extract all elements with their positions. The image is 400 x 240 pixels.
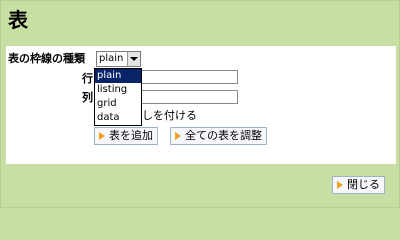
border-type-label: 表の枠線の種類 — [8, 52, 85, 65]
dropdown-option[interactable]: data — [95, 111, 141, 125]
caption-label: しを付ける — [142, 109, 197, 122]
dropdown-option[interactable]: listing — [95, 83, 141, 97]
add-table-button[interactable]: 表を追加 — [94, 127, 158, 145]
arrow-icon — [99, 132, 105, 140]
arrow-icon — [175, 132, 181, 140]
close-label: 閉じる — [347, 178, 380, 191]
page-title: 表 — [8, 8, 28, 32]
dropdown-option[interactable]: grid — [95, 97, 141, 111]
border-type-select[interactable]: plain — [96, 51, 141, 67]
arrow-icon — [337, 181, 343, 189]
close-button[interactable]: 閉じる — [332, 176, 385, 194]
adjust-all-tables-button[interactable]: 全ての表を調整 — [170, 127, 267, 145]
chevron-down-icon[interactable] — [127, 52, 140, 66]
border-type-dropdown[interactable]: plain listing grid data — [94, 68, 142, 126]
cols-label: 列 — [82, 91, 93, 104]
table-settings-panel: 表の枠線の種類 plain 行 列 しを付ける 表を追加 全ての表を調整 — [6, 46, 396, 164]
dropdown-option[interactable]: plain — [95, 69, 141, 83]
add-table-label: 表を追加 — [109, 129, 153, 142]
adjust-all-tables-label: 全ての表を調整 — [185, 129, 262, 142]
rows-label: 行 — [82, 72, 93, 85]
border-type-value: plain — [99, 53, 124, 64]
